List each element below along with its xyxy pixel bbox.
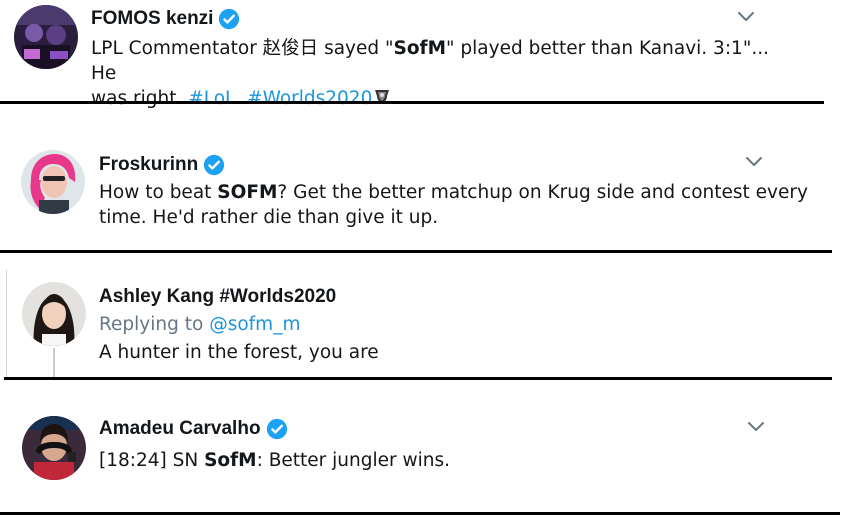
- tweet-text: [18:24] SN SofM: Better jungler wins.: [99, 448, 799, 473]
- divider: [0, 512, 840, 515]
- tweet-froskurinn[interactable]: Froskurinn How to beat SOFM? Get the bet…: [0, 106, 842, 252]
- chevron-down-icon[interactable]: [737, 11, 755, 23]
- divider: [4, 377, 832, 380]
- avatar[interactable]: [22, 416, 86, 480]
- tweet-amadeu-carvalho[interactable]: Amadeu Carvalho [18:24] SN SofM: Better …: [0, 381, 842, 515]
- verified-badge-icon: [218, 8, 240, 30]
- user-name[interactable]: Amadeu Carvalho: [99, 418, 261, 440]
- replying-label: Replying to: [99, 314, 204, 335]
- verified-badge-icon: [266, 418, 288, 440]
- tweet-text-bold: SOFM: [217, 182, 278, 203]
- chevron-down-icon[interactable]: [747, 421, 765, 433]
- tweet-text-part: [18:24] SN: [99, 450, 205, 471]
- tweet-text: A hunter in the forest, you are: [99, 340, 799, 365]
- tweet-text-part: : Better jungler wins.: [256, 450, 451, 471]
- mention-link[interactable]: @sofm_m: [209, 314, 300, 335]
- replying-to: Replying to @sofm_m: [99, 314, 300, 335]
- tweet-text: How to beat SOFM? Get the better matchup…: [99, 180, 819, 230]
- user-name[interactable]: Ashley Kang #Worlds2020: [99, 286, 336, 308]
- divider: [0, 250, 832, 253]
- tweet-text-part: LPL Commentator 赵俊日 sayed ": [91, 38, 394, 59]
- tweet-text-part: How to beat: [99, 182, 218, 203]
- user-name[interactable]: Froskurinn: [99, 154, 198, 176]
- thread-line: [53, 348, 55, 378]
- tweet-fomos-kenzi[interactable]: FOMOS kenzi LPL Commentator 赵俊日 sayed "S…: [0, 0, 842, 109]
- avatar[interactable]: [22, 282, 86, 346]
- tweet-ashley-kang[interactable]: Ashley Kang #Worlds2020 Replying to @sof…: [0, 254, 842, 378]
- tweet-text: LPL Commentator 赵俊日 sayed "SofM" played …: [91, 36, 791, 111]
- tweet-text-line: A hunter in the forest, you are: [99, 342, 379, 363]
- chevron-down-icon[interactable]: [745, 156, 763, 168]
- tweet-text-line: time. He'd rather die than give it up.: [99, 207, 439, 228]
- tweet-text-bold: SofM: [393, 38, 447, 59]
- avatar[interactable]: [21, 150, 85, 214]
- verified-badge-icon: [203, 154, 225, 176]
- divider: [0, 101, 824, 104]
- worlds-trophy-icon: [372, 87, 392, 107]
- tweet-text-part: ? Get the better matchup on Krug side an…: [277, 182, 808, 203]
- tweet-text-bold: SofM: [204, 450, 257, 471]
- user-name[interactable]: FOMOS kenzi: [91, 8, 213, 30]
- avatar[interactable]: [14, 5, 78, 69]
